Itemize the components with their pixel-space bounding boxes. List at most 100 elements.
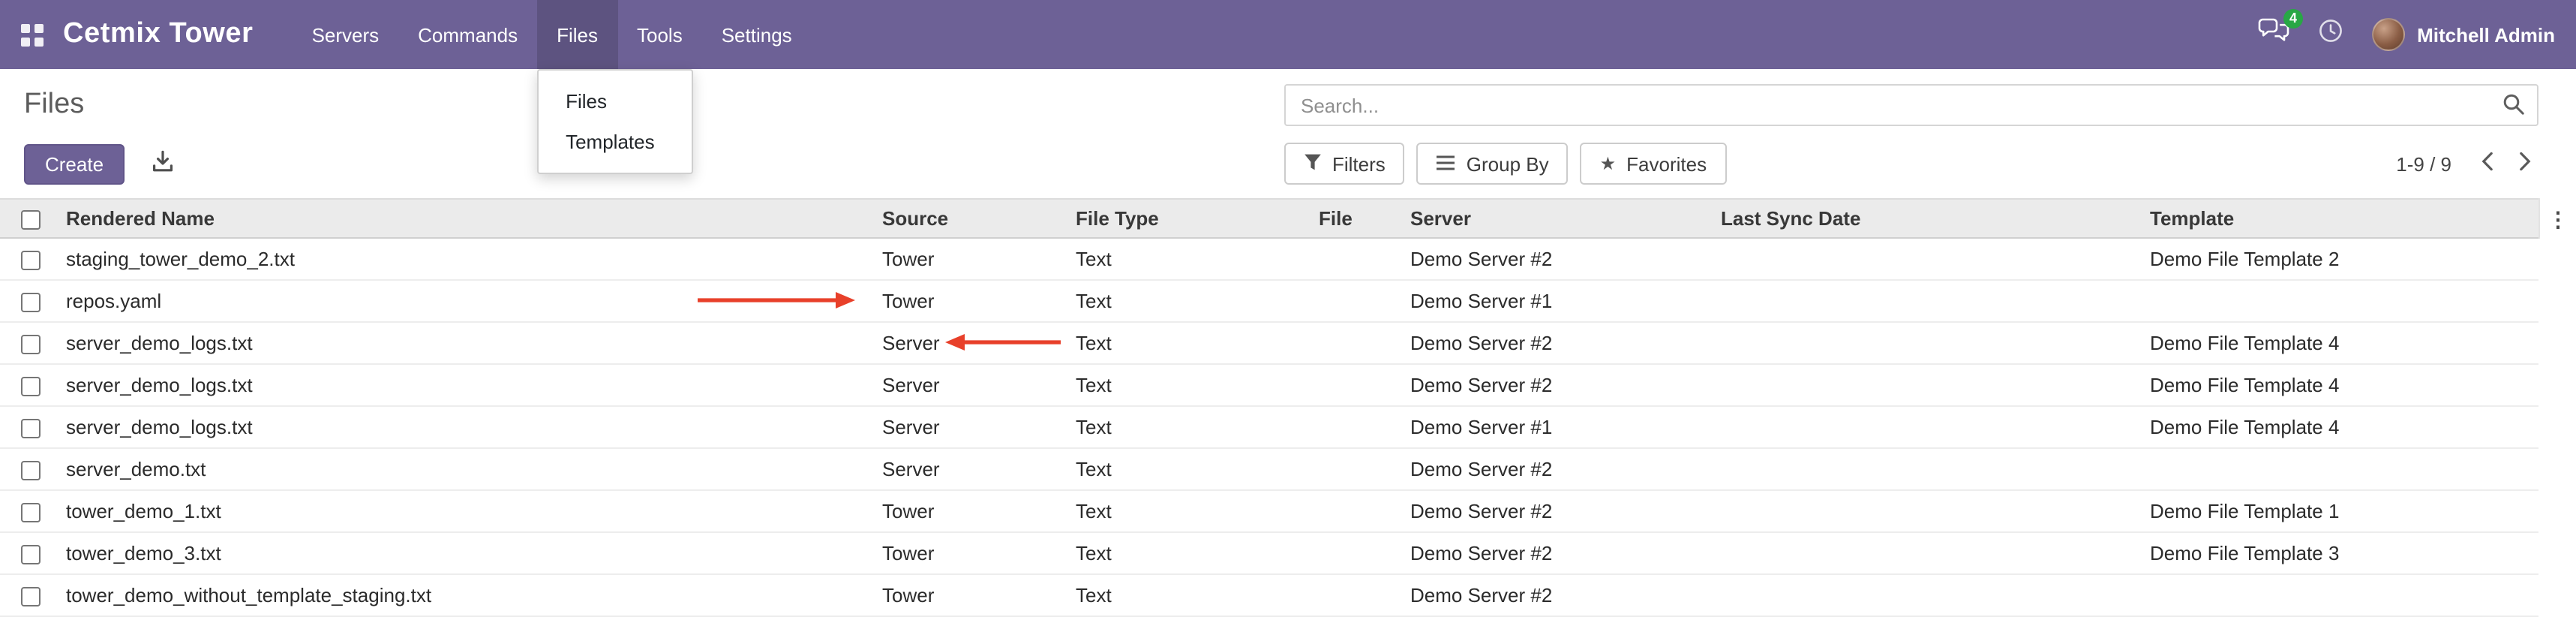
cell-source: Tower (876, 280, 1070, 322)
column-header-file[interactable]: File (1313, 199, 1404, 238)
favorites-button[interactable]: ★ Favorites (1581, 143, 1726, 185)
messages-button[interactable]: 4 (2258, 18, 2289, 51)
group-by-label: Group By (1467, 152, 1549, 175)
nav-menu-settings[interactable]: Settings (702, 0, 812, 69)
dropdown-item-templates[interactable]: Templates (539, 122, 692, 162)
table-row[interactable]: tower_demo_without_template_staging.txtT… (0, 574, 2538, 616)
row-checkbox[interactable] (21, 251, 41, 270)
cell-source: Tower (876, 574, 1070, 616)
nav-menu-tools[interactable]: Tools (617, 0, 702, 69)
group-by-button[interactable]: Group By (1417, 143, 1569, 185)
apps-menu-button[interactable] (0, 0, 63, 69)
star-icon: ★ (1600, 155, 1617, 173)
select-all-checkbox[interactable] (21, 210, 41, 230)
row-checkbox[interactable] (21, 335, 41, 354)
export-button[interactable] (149, 147, 177, 180)
favorites-label: Favorites (1626, 152, 1707, 175)
row-checkbox[interactable] (21, 419, 41, 438)
user-name: Mitchell Admin (2417, 23, 2555, 46)
cell-file_type: Text (1070, 280, 1313, 322)
cell-template (2144, 280, 2538, 322)
download-icon (152, 150, 174, 177)
files-table: Rendered NameSourceFile TypeFileServerLa… (0, 198, 2538, 617)
search-input[interactable] (1284, 84, 2538, 126)
table-row[interactable]: server_demo_logs.txtServerText Demo Serve… (0, 322, 2538, 364)
cell-file_type: Text (1070, 364, 1313, 406)
dropdown-item-files[interactable]: Files (539, 81, 692, 122)
cell-file (1313, 322, 1404, 364)
cell-rendered_name: server_demo_logs.txt (60, 322, 876, 364)
row-checkbox-cell (0, 448, 60, 490)
cell-server: Demo Server #2 (1404, 448, 1715, 490)
table-row[interactable]: server_demo.txtServerTextDemo Server #2 (0, 448, 2538, 490)
cell-server: Demo Server #2 (1404, 532, 1715, 574)
table-row[interactable]: staging_tower_demo_2.txtTowerTextDemo Se… (0, 238, 2538, 280)
cell-server: Demo Server #2 (1404, 322, 1715, 364)
cell-source: Tower (876, 490, 1070, 532)
table-row[interactable]: server_demo_logs.txtServerTextDemo Serve… (0, 364, 2538, 406)
optional-columns-button[interactable]: ⋮ (2538, 198, 2576, 239)
filters-button[interactable]: Filters (1284, 143, 1405, 185)
column-header-server[interactable]: Server (1404, 199, 1715, 238)
control-panel: Files Create (0, 69, 2576, 198)
cell-source: Server (876, 322, 1070, 364)
table-row[interactable]: repos.yamlTowerTextDemo Server #1 (0, 280, 2538, 322)
create-button[interactable]: Create (24, 143, 125, 184)
cell-file (1313, 406, 1404, 448)
table-row[interactable]: tower_demo_3.txtTowerTextDemo Server #2D… (0, 532, 2538, 574)
row-checkbox-cell (0, 574, 60, 616)
cell-last_sync_date (1715, 406, 2144, 448)
top-navbar: Cetmix Tower ServersCommandsFilesFilesTe… (0, 0, 2576, 69)
cell-last_sync_date (1715, 448, 2144, 490)
cell-file (1313, 574, 1404, 616)
cell-last_sync_date (1715, 490, 2144, 532)
row-checkbox-cell (0, 532, 60, 574)
filter-icon (1304, 152, 1322, 175)
table-row[interactable]: tower_demo_1.txtTowerTextDemo Server #2D… (0, 490, 2538, 532)
cell-rendered_name: tower_demo_without_template_staging.txt (60, 574, 876, 616)
cell-file_type: Text (1070, 532, 1313, 574)
cell-template: Demo File Template 4 (2144, 364, 2538, 406)
chevron-right-icon (2519, 152, 2531, 176)
files-dropdown: FilesTemplates (537, 69, 693, 174)
cell-server: Demo Server #2 (1404, 364, 1715, 406)
search-options-row: Filters Group By ★ Favorites 1-9 / 9 (1284, 141, 2538, 186)
column-header-source[interactable]: Source (876, 199, 1070, 238)
cell-file_type: Text (1070, 490, 1313, 532)
nav-menu-files[interactable]: FilesFilesTemplates (537, 0, 617, 69)
cell-file_type: Text (1070, 574, 1313, 616)
column-header-template[interactable]: Template (2144, 199, 2538, 238)
table-row[interactable]: server_demo_logs.txtServerTextDemo Serve… (0, 406, 2538, 448)
row-checkbox-cell (0, 238, 60, 280)
row-checkbox[interactable] (21, 587, 41, 606)
pager-value: 1-9 / 9 (2396, 152, 2451, 175)
row-checkbox[interactable] (21, 377, 41, 396)
cell-server: Demo Server #2 (1404, 574, 1715, 616)
pager-next-button[interactable] (2511, 147, 2538, 180)
cell-template: Demo File Template 3 (2144, 532, 2538, 574)
row-checkbox[interactable] (21, 293, 41, 312)
cell-template (2144, 448, 2538, 490)
filters-label: Filters (1332, 152, 1386, 175)
navbar-right: 4 Mitchell Admin (2258, 0, 2576, 69)
row-checkbox[interactable] (21, 545, 41, 564)
cell-source: Server (876, 448, 1070, 490)
row-checkbox[interactable] (21, 461, 41, 480)
row-checkbox-cell (0, 406, 60, 448)
cell-file (1313, 238, 1404, 280)
cell-file_type: Text (1070, 448, 1313, 490)
column-header-file_type[interactable]: File Type (1070, 199, 1313, 238)
column-header-rendered_name[interactable]: Rendered Name (60, 199, 876, 238)
row-checkbox[interactable] (21, 503, 41, 522)
nav-menu-servers[interactable]: Servers (293, 0, 399, 69)
column-header-last_sync_date[interactable]: Last Sync Date (1715, 199, 2144, 238)
cell-file (1313, 532, 1404, 574)
table-header-row: Rendered NameSourceFile TypeFileServerLa… (0, 199, 2538, 238)
cell-file_type: Text (1070, 322, 1313, 364)
cell-server: Demo Server #1 (1404, 406, 1715, 448)
pager-previous-button[interactable] (2474, 147, 2501, 180)
search-box (1284, 84, 2538, 126)
user-menu[interactable]: Mitchell Admin (2372, 18, 2555, 51)
activity-button[interactable] (2318, 18, 2343, 51)
nav-menu-commands[interactable]: Commands (398, 0, 537, 69)
